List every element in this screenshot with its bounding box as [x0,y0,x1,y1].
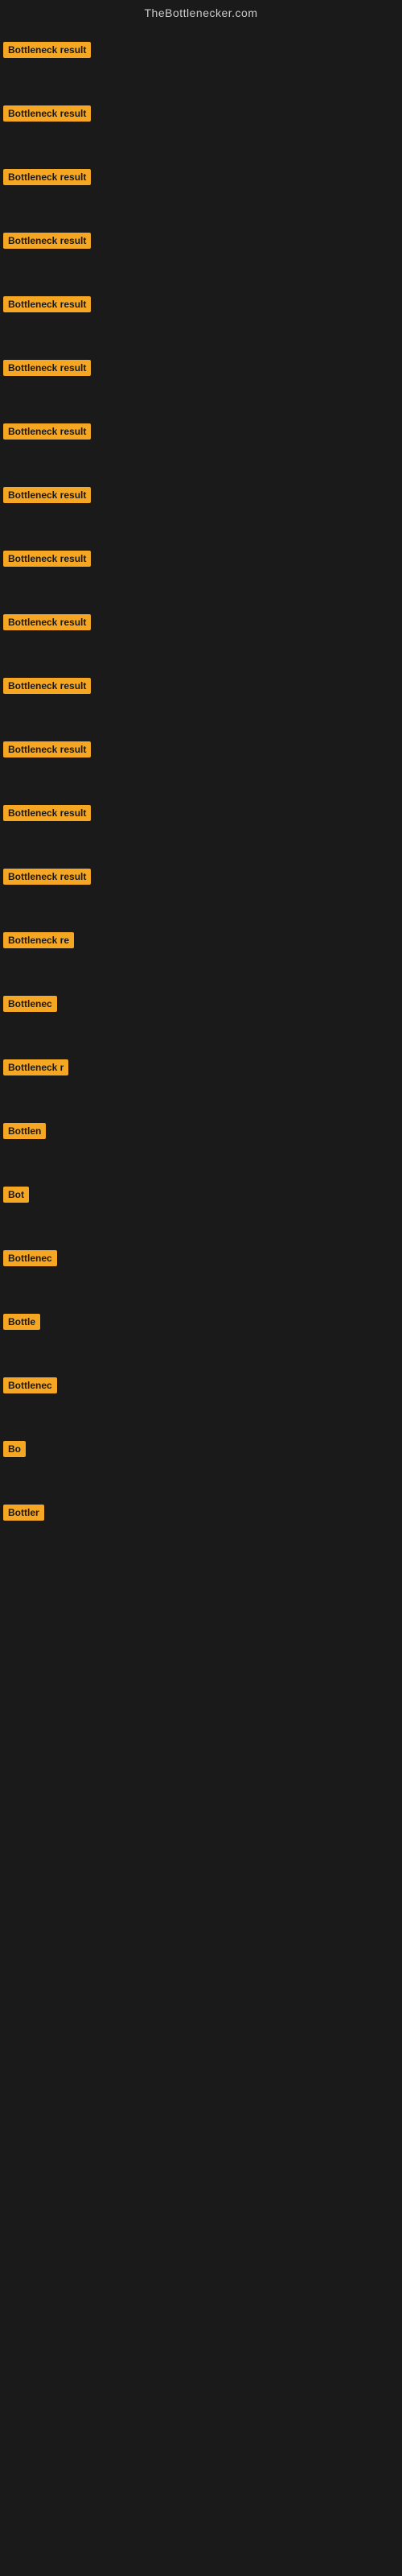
result-row: Bottleneck result [0,613,402,636]
result-row: Bottlenec [0,994,402,1018]
bottleneck-result-badge[interactable]: Bottleneck result [3,614,91,630]
bottleneck-result-badge[interactable]: Bottle [3,1314,40,1330]
result-row: Bottleneck result [0,295,402,318]
bottleneck-result-badge[interactable]: Bottleneck result [3,423,91,440]
bottleneck-result-badge[interactable]: Bottleneck result [3,678,91,694]
result-row: Bottleneck result [0,549,402,572]
result-row: Bottleneck result [0,422,402,445]
bottleneck-result-badge[interactable]: Bottleneck result [3,105,91,122]
result-row: Bottlen [0,1121,402,1145]
bottleneck-result-badge[interactable]: Bottleneck result [3,233,91,249]
result-row: Bottleneck result [0,676,402,700]
bottleneck-result-badge[interactable]: Bot [3,1187,29,1203]
result-row: Bottleneck result [0,104,402,127]
bottleneck-result-badge[interactable]: Bottleneck result [3,42,91,58]
bottleneck-result-badge[interactable]: Bo [3,1441,26,1457]
bottleneck-result-badge[interactable]: Bottleneck result [3,296,91,312]
result-row: Bottlenec [0,1249,402,1272]
result-row: Bo [0,1439,402,1463]
bottleneck-result-badge[interactable]: Bottleneck result [3,487,91,503]
result-row: Bottleneck result [0,740,402,763]
result-row: Bot [0,1185,402,1208]
bottleneck-result-badge[interactable]: Bottleneck result [3,551,91,567]
bottleneck-result-badge[interactable]: Bottlenec [3,1377,57,1393]
bottleneck-result-badge[interactable]: Bottlen [3,1123,46,1139]
result-row: Bottleneck result [0,867,402,890]
result-row: Bottlenec [0,1376,402,1399]
bottleneck-result-badge[interactable]: Bottleneck result [3,360,91,376]
site-header: TheBottlenecker.com [0,0,402,23]
bottleneck-result-badge[interactable]: Bottlenec [3,1250,57,1266]
result-row: Bottleneck result [0,231,402,254]
result-row: Bottleneck result [0,40,402,64]
result-row: Bottleneck re [0,931,402,954]
result-row: Bottleneck result [0,803,402,827]
bottleneck-result-badge[interactable]: Bottleneck result [3,169,91,185]
bottleneck-result-badge[interactable]: Bottleneck result [3,741,91,758]
result-row: Bottle [0,1312,402,1335]
site-title: TheBottlenecker.com [144,6,257,19]
bottleneck-result-badge[interactable]: Bottleneck re [3,932,74,948]
bottleneck-result-badge[interactable]: Bottleneck result [3,869,91,885]
result-row: Bottler [0,1503,402,1526]
bottleneck-result-badge[interactable]: Bottleneck r [3,1059,68,1075]
results-container: Bottleneck result Bottleneck result Bottle… [0,23,402,1570]
result-row: Bottleneck r [0,1058,402,1081]
result-row: Bottleneck result [0,358,402,382]
bottleneck-result-badge[interactable]: Bottlenec [3,996,57,1012]
result-row: Bottleneck result [0,167,402,191]
result-row: Bottleneck result [0,485,402,509]
bottleneck-result-badge[interactable]: Bottleneck result [3,805,91,821]
bottleneck-result-badge[interactable]: Bottler [3,1505,44,1521]
